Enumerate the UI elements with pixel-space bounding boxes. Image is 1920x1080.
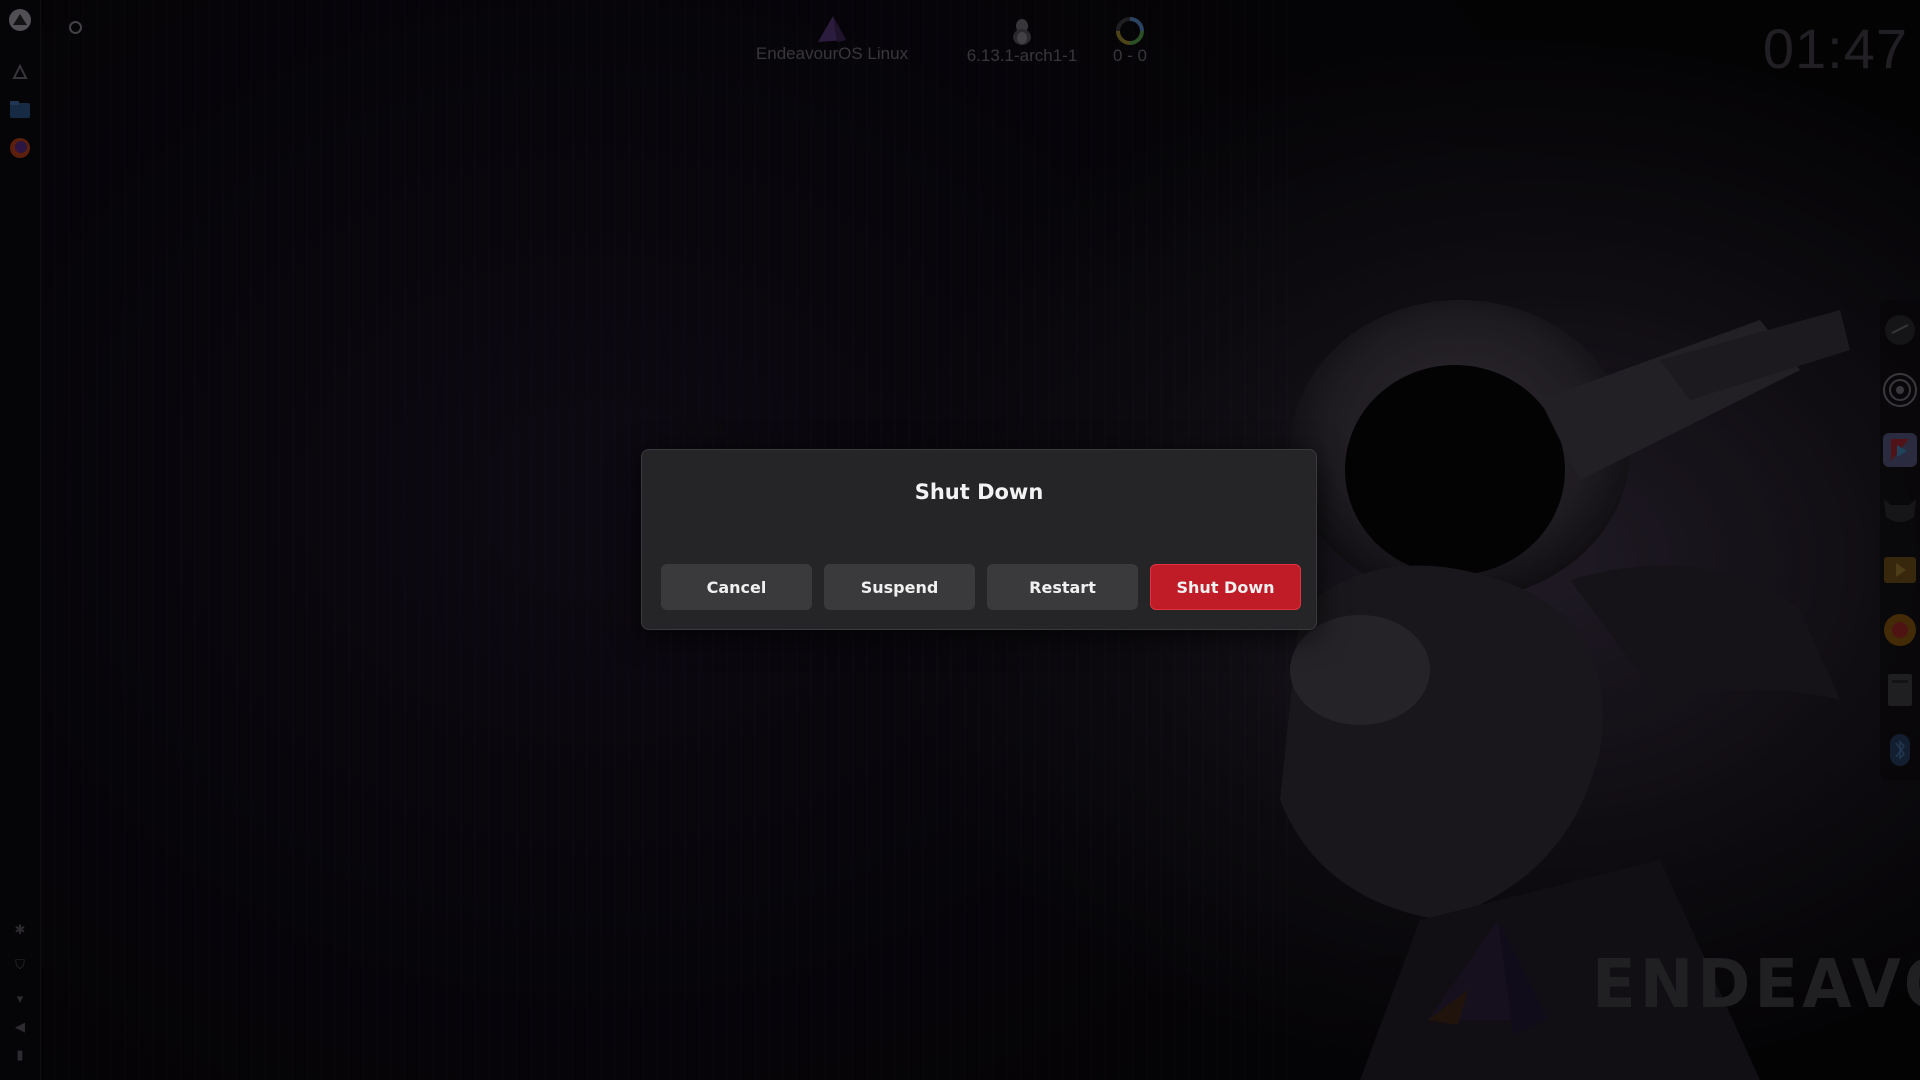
- desktop: ✱ ⛉ ▾ ◀ ▮ EndeavourOS Linux 6.13.1-arch1…: [0, 0, 1920, 1080]
- restart-button[interactable]: Restart: [987, 564, 1138, 610]
- cancel-button[interactable]: Cancel: [661, 564, 812, 610]
- suspend-button[interactable]: Suspend: [824, 564, 975, 610]
- shutdown-dialog: Shut Down Cancel Suspend Restart Shut Do…: [641, 449, 1317, 630]
- dialog-title: Shut Down: [914, 480, 1044, 504]
- shutdown-button[interactable]: Shut Down: [1150, 564, 1301, 610]
